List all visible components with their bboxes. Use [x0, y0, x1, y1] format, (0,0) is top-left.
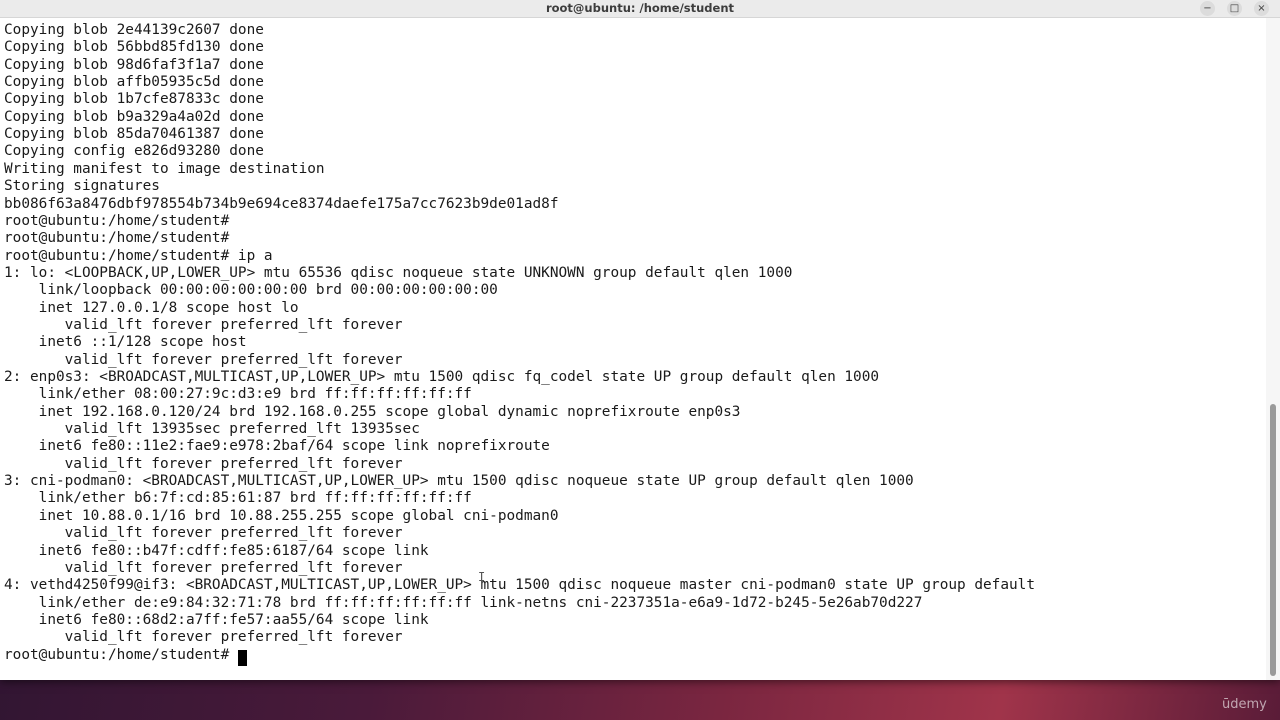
window-title: root@ubuntu: /home/student — [545, 1, 735, 15]
terminal-line: 3: cni-podman0: <BROADCAST,MULTICAST,UP,… — [4, 473, 914, 490]
terminal-line: 1: lo: <LOOPBACK,UP,LOWER_UP> mtu 65536 … — [4, 264, 793, 281]
terminal-line: inet6 fe80::b47f:cdff:fe85:6187/64 scope… — [4, 542, 429, 559]
terminal-line: Copying blob affb05935c5d done — [4, 74, 264, 91]
terminal-line: root@ubuntu:/home/student# — [4, 212, 230, 229]
terminal-line: inet 192.168.0.120/24 brd 192.168.0.255 … — [4, 403, 741, 420]
scrollbar[interactable] — [1266, 18, 1280, 680]
close-button[interactable]: × — [1254, 1, 1269, 16]
terminal-line: link/loopback 00:00:00:00:00:00 brd 00:0… — [4, 282, 498, 299]
terminal-line: Storing signatures — [4, 178, 160, 195]
title-bar[interactable]: root@ubuntu: /home/student − □ × — [0, 0, 1280, 18]
minimize-button[interactable]: − — [1200, 1, 1215, 16]
terminal-line: inet6 ::1/128 scope host — [4, 334, 247, 351]
terminal-line: 4: vethd4250f99@if3: <BROADCAST,MULTICAS… — [4, 577, 1036, 594]
terminal-line: root@ubuntu:/home/student# ip a — [4, 247, 273, 264]
terminal-prompt[interactable]: root@ubuntu:/home/student# — [4, 647, 238, 664]
terminal-line: Copying blob 1b7cfe87833c done — [4, 91, 264, 108]
udemy-watermark: ūdemy — [1222, 697, 1267, 712]
scrollbar-thumb[interactable] — [1270, 404, 1276, 676]
terminal-line: link/ether b6:7f:cd:85:61:87 brd ff:ff:f… — [4, 490, 472, 507]
terminal-output[interactable]: Copying blob 2e44139c2607 done Copying b… — [0, 18, 1266, 680]
terminal-line: Copying blob 2e44139c2607 done — [4, 22, 264, 38]
terminal-line: Copying blob 98d6faf3f1a7 done — [4, 56, 264, 73]
terminal-line: bb086f63a8476dbf978554b734b9e694ce8374da… — [4, 195, 559, 212]
terminal-line: Copying blob b9a329a4a02d done — [4, 108, 264, 125]
terminal-line: inet 127.0.0.1/8 scope host lo — [4, 299, 299, 316]
terminal-cursor — [238, 650, 247, 666]
terminal-line: 2: enp0s3: <BROADCAST,MULTICAST,UP,LOWER… — [4, 369, 880, 385]
terminal-line: valid_lft forever preferred_lft forever — [4, 351, 403, 368]
terminal-line: Writing manifest to image destination — [4, 160, 325, 177]
terminal-line: valid_lft forever preferred_lft forever — [4, 629, 403, 646]
terminal-line: link/ether 08:00:27:9c:d3:e9 brd ff:ff:f… — [4, 386, 472, 403]
terminal-line: valid_lft forever preferred_lft forever — [4, 316, 403, 333]
terminal-line: valid_lft forever preferred_lft forever — [4, 455, 403, 472]
terminal-line: Copying blob 56bbd85fd130 done — [4, 39, 264, 56]
terminal-line: valid_lft forever preferred_lft forever — [4, 525, 403, 542]
terminal-line: inet6 fe80::68d2:a7ff:fe57:aa55/64 scope… — [4, 611, 429, 628]
terminal-line: valid_lft 13935sec preferred_lft 13935se… — [4, 421, 420, 438]
terminal-line: root@ubuntu:/home/student# — [4, 230, 230, 247]
terminal-line: valid_lft forever preferred_lft forever — [4, 559, 403, 576]
terminal-line: inet 10.88.0.1/16 brd 10.88.255.255 scop… — [4, 507, 559, 524]
maximize-button[interactable]: □ — [1227, 1, 1242, 16]
terminal-line: Copying blob 85da70461387 done — [4, 126, 264, 143]
terminal-line: Copying config e826d93280 done — [4, 143, 264, 160]
terminal-window: root@ubuntu: /home/student − □ × Copying… — [0, 0, 1280, 680]
text-cursor-icon: I — [478, 570, 486, 584]
terminal-line: link/ether de:e9:84:32:71:78 brd ff:ff:f… — [4, 594, 923, 611]
terminal-line: inet6 fe80::11e2:fae9:e978:2baf/64 scope… — [4, 438, 550, 455]
